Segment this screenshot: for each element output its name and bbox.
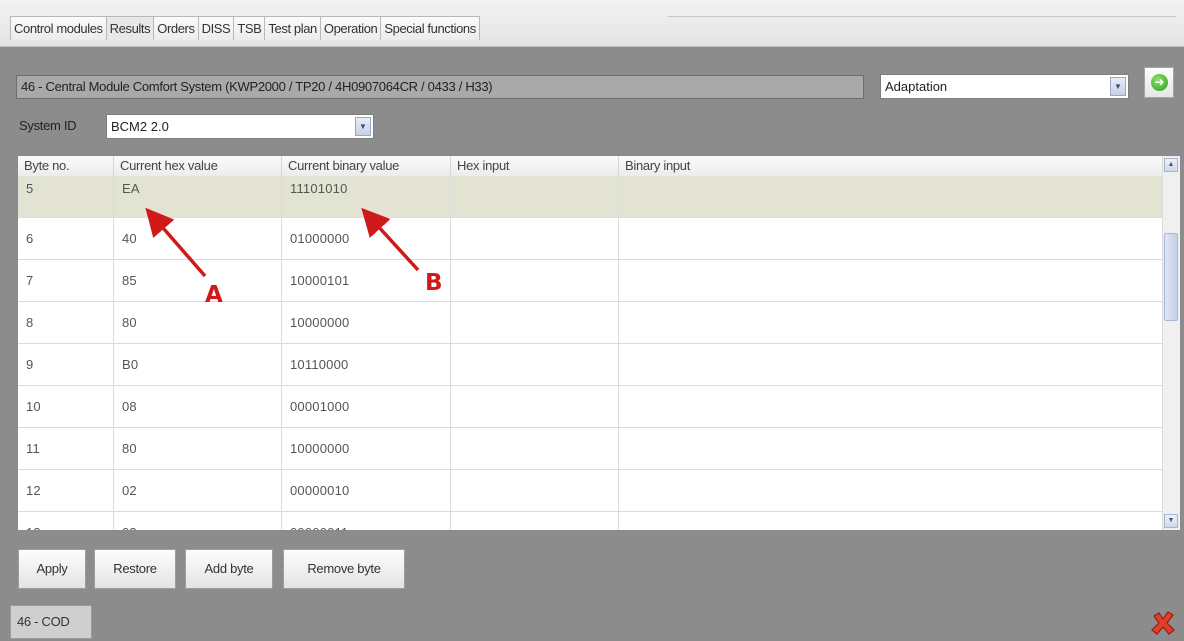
hex-value-cell: 80 bbox=[114, 302, 282, 343]
hex-input-cell[interactable] bbox=[451, 260, 619, 301]
hex-value-cell: 02 bbox=[114, 470, 282, 511]
binary-value-cell: 00000010 bbox=[282, 470, 451, 511]
column-header-current-binary[interactable]: Current binary value bbox=[282, 156, 451, 176]
byte-no-cell: 13 bbox=[18, 512, 114, 530]
binary-value-cell: 10110000 bbox=[282, 344, 451, 385]
tabs: Control modules Results Orders DISS TSB … bbox=[10, 16, 480, 40]
status-tab-46-cod[interactable]: 46 - COD bbox=[10, 605, 92, 639]
byte-no-cell: 9 bbox=[18, 344, 114, 385]
binary-input-cell[interactable] bbox=[619, 260, 1164, 301]
byte-no-cell: 8 bbox=[18, 302, 114, 343]
table-vertical-scrollbar[interactable]: ▲ ▼ bbox=[1162, 156, 1180, 530]
binary-input-cell[interactable] bbox=[619, 512, 1164, 530]
scroll-up-icon[interactable]: ▲ bbox=[1164, 158, 1178, 172]
module-description-field: 46 - Central Module Comfort System (KWP2… bbox=[16, 75, 864, 99]
chevron-down-icon[interactable]: ▼ bbox=[355, 117, 371, 136]
byte-no-cell: 7 bbox=[18, 260, 114, 301]
table-row[interactable]: 10 08 00001000 bbox=[18, 386, 1164, 428]
green-arrow-right-icon: ➜ bbox=[1151, 74, 1168, 91]
column-header-binary-input[interactable]: Binary input bbox=[619, 156, 1164, 176]
hex-value-cell: B0 bbox=[114, 344, 282, 385]
tab-results[interactable]: Results bbox=[105, 16, 154, 40]
byte-no-cell: 6 bbox=[18, 218, 114, 259]
table-row[interactable]: 7 85 10000101 bbox=[18, 260, 1164, 302]
annotation-label-a: A bbox=[205, 282, 223, 308]
column-header-byte-no[interactable]: Byte no. bbox=[18, 156, 114, 176]
table-row[interactable]: 11 80 10000000 bbox=[18, 428, 1164, 470]
function-mode-value: Adaptation bbox=[885, 79, 948, 94]
binary-value-cell: 11101010 bbox=[282, 176, 451, 217]
tab-operation[interactable]: Operation bbox=[319, 16, 381, 40]
tabs-filler bbox=[668, 16, 1176, 40]
hex-input-cell[interactable] bbox=[451, 512, 619, 530]
chevron-down-icon[interactable]: ▼ bbox=[1110, 77, 1126, 96]
binary-input-cell[interactable] bbox=[619, 386, 1164, 427]
restore-button[interactable]: Restore bbox=[94, 549, 176, 589]
hex-input-cell[interactable] bbox=[451, 176, 619, 217]
binary-input-cell[interactable] bbox=[619, 218, 1164, 259]
binary-input-cell[interactable] bbox=[619, 428, 1164, 469]
byte-no-cell: 11 bbox=[18, 428, 114, 469]
hex-input-cell[interactable] bbox=[451, 428, 619, 469]
binary-input-cell[interactable] bbox=[619, 470, 1164, 511]
table-row[interactable]: 5 EA 11101010 bbox=[18, 176, 1164, 218]
hex-value-cell: EA bbox=[114, 176, 282, 217]
binary-input-cell[interactable] bbox=[619, 176, 1164, 217]
add-byte-button[interactable]: Add byte bbox=[185, 549, 273, 589]
scrollbar-thumb[interactable] bbox=[1164, 233, 1178, 321]
byte-no-cell: 10 bbox=[18, 386, 114, 427]
tab-diss[interactable]: DISS bbox=[197, 16, 234, 40]
hex-input-cell[interactable] bbox=[451, 470, 619, 511]
table-row[interactable]: 8 80 10000000 bbox=[18, 302, 1164, 344]
hex-value-cell: 08 bbox=[114, 386, 282, 427]
remove-byte-button[interactable]: Remove byte bbox=[283, 549, 405, 589]
apply-button[interactable]: Apply bbox=[18, 549, 86, 589]
table-header: Byte no. Current hex value Current binar… bbox=[18, 156, 1164, 177]
column-header-hex-input[interactable]: Hex input bbox=[451, 156, 619, 176]
system-id-label: System ID bbox=[19, 118, 77, 133]
table-row[interactable]: 13 03 00000011 bbox=[18, 512, 1164, 530]
hex-value-cell: 80 bbox=[114, 428, 282, 469]
table-row[interactable]: 6 40 01000000 bbox=[18, 218, 1164, 260]
coding-table: Byte no. Current hex value Current binar… bbox=[17, 155, 1181, 531]
hex-value-cell: 85 bbox=[114, 260, 282, 301]
binary-input-cell[interactable] bbox=[619, 344, 1164, 385]
binary-value-cell: 00001000 bbox=[282, 386, 451, 427]
system-id-value: BCM2 2.0 bbox=[111, 119, 169, 134]
table-row[interactable]: 12 02 00000010 bbox=[18, 470, 1164, 512]
tab-orders[interactable]: Orders bbox=[153, 16, 198, 40]
annotation-label-b: B bbox=[425, 270, 443, 296]
tab-control-modules[interactable]: Control modules bbox=[10, 16, 106, 40]
hex-input-cell[interactable] bbox=[451, 218, 619, 259]
binary-value-cell: 00000011 bbox=[282, 512, 451, 530]
hex-input-cell[interactable] bbox=[451, 344, 619, 385]
byte-no-cell: 5 bbox=[18, 176, 114, 217]
column-header-current-hex[interactable]: Current hex value bbox=[114, 156, 282, 176]
hex-value-cell: 03 bbox=[114, 512, 282, 530]
tab-special-functions[interactable]: Special functions bbox=[380, 16, 480, 40]
tab-test-plan[interactable]: Test plan bbox=[264, 16, 320, 40]
tab-tsb[interactable]: TSB bbox=[233, 16, 265, 40]
hex-input-cell[interactable] bbox=[451, 302, 619, 343]
table-row[interactable]: 9 B0 10110000 bbox=[18, 344, 1164, 386]
byte-no-cell: 12 bbox=[18, 470, 114, 511]
go-button[interactable]: ➜ bbox=[1144, 67, 1174, 98]
binary-value-cell: 01000000 bbox=[282, 218, 451, 259]
hex-input-cell[interactable] bbox=[451, 386, 619, 427]
system-id-select[interactable]: BCM2 2.0 ▼ bbox=[106, 114, 374, 139]
function-mode-select[interactable]: Adaptation ▼ bbox=[880, 74, 1129, 99]
hex-value-cell: 40 bbox=[114, 218, 282, 259]
scroll-down-icon[interactable]: ▼ bbox=[1164, 514, 1178, 528]
binary-value-cell: 10000000 bbox=[282, 428, 451, 469]
binary-input-cell[interactable] bbox=[619, 302, 1164, 343]
tab-bar: Control modules Results Orders DISS TSB … bbox=[0, 0, 1184, 47]
binary-value-cell: 10000000 bbox=[282, 302, 451, 343]
red-x-close-icon[interactable] bbox=[1150, 610, 1176, 636]
status-bar bbox=[0, 600, 1184, 641]
